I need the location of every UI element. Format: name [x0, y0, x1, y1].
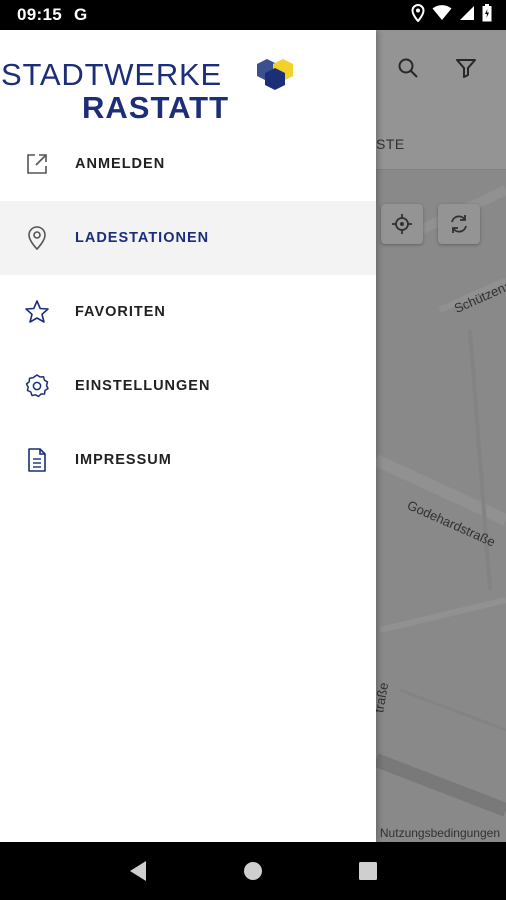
menu-item-anmelden[interactable]: ANMELDEN [0, 127, 376, 201]
menu-item-einstellungen[interactable]: EINSTELLUNGEN [0, 349, 376, 423]
recents-icon [359, 862, 378, 880]
logo-hexagon-icon [257, 59, 293, 90]
phone-screen: 09:15 G STE Schützenall Godehardstraße t… [0, 0, 506, 900]
star-icon [24, 299, 50, 325]
logo-line1: STADTWERKE [1, 57, 222, 92]
status-bar: 09:15 G [0, 0, 506, 30]
external-link-icon [24, 151, 50, 177]
drawer-menu: ANMELDEN LADESTATIONEN FAVORITEN EINSTEL… [0, 127, 376, 497]
menu-label: EINSTELLUNGEN [75, 378, 211, 394]
battery-icon [482, 3, 492, 27]
google-g-icon: G [73, 5, 88, 24]
status-icons [411, 3, 492, 27]
map-pin-icon [24, 225, 50, 251]
signal-icon [459, 5, 475, 26]
status-time: 09:15 [17, 5, 62, 24]
menu-label: ANMELDEN [75, 156, 166, 172]
back-icon [129, 861, 146, 881]
menu-label: LADESTATIONEN [75, 230, 210, 246]
back-button[interactable] [116, 849, 160, 893]
navigation-drawer: STADTWERKE RASTATT ANMELDEN LADESTATIONE… [0, 30, 376, 842]
gear-icon [24, 373, 50, 399]
menu-label: IMPRESSUM [75, 452, 172, 468]
menu-item-impressum[interactable]: IMPRESSUM [0, 423, 376, 497]
menu-item-ladestationen[interactable]: LADESTATIONEN [0, 201, 376, 275]
menu-label: FAVORITEN [75, 304, 166, 320]
menu-item-favoriten[interactable]: FAVORITEN [0, 275, 376, 349]
home-icon [243, 862, 262, 880]
home-button[interactable] [231, 849, 275, 893]
location-icon [411, 3, 425, 27]
recents-button[interactable] [346, 849, 390, 893]
system-nav-bar [0, 842, 506, 900]
brand-logo: STADTWERKE RASTATT [0, 57, 300, 127]
document-icon [24, 447, 50, 473]
wifi-icon [432, 4, 452, 26]
logo-line2: RASTATT [82, 90, 230, 125]
